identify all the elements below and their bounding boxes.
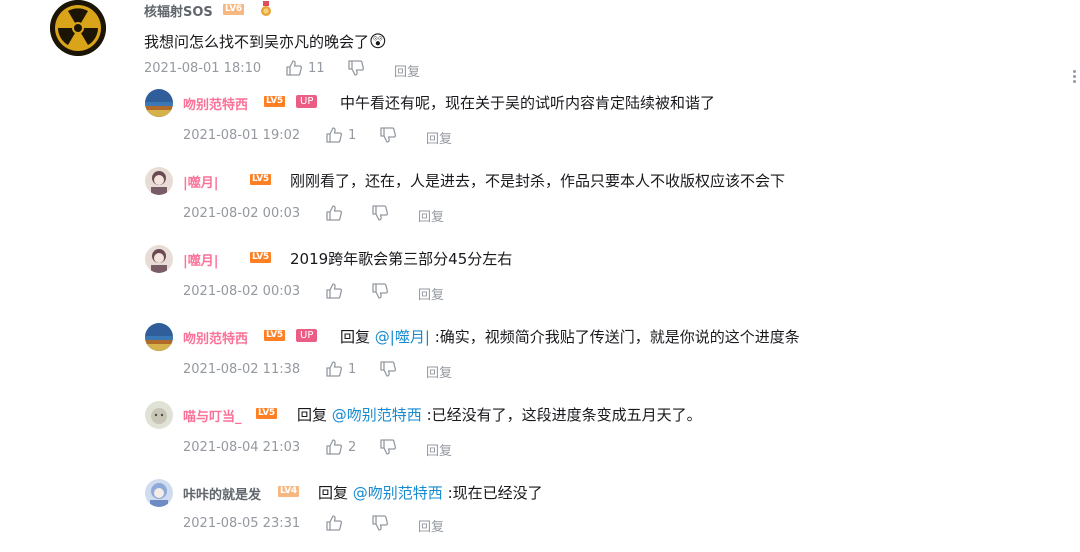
thumbs-up-icon[interactable] bbox=[325, 204, 343, 222]
avatar[interactable] bbox=[50, 0, 106, 56]
anime-avatar-icon bbox=[145, 167, 173, 195]
comment-text: 我想问怎么找不到吴亦凡的晚会了😲 bbox=[144, 31, 387, 52]
reply-button[interactable]: 回复 bbox=[426, 440, 452, 459]
thumbs-up-icon[interactable] bbox=[325, 360, 343, 378]
avatar[interactable] bbox=[145, 479, 173, 507]
reply-body: :确实，视频简介我贴了传送门，就是你说的这个进度条 bbox=[434, 328, 800, 346]
timestamp: 2021-08-02 11:38 bbox=[183, 362, 301, 377]
reply-item: |噬月| LV5 刚刚看了，还在，人是进去，不是封杀，作品只要本人不收版权应该不… bbox=[0, 167, 1080, 237]
reply-button[interactable]: 回复 bbox=[418, 516, 444, 535]
thumbs-down-icon[interactable] bbox=[379, 360, 397, 378]
avatar[interactable] bbox=[145, 245, 173, 273]
mention-link[interactable]: @吻别范特西 bbox=[332, 406, 422, 424]
reply-item: 吻别范特西 LV5 UP 中午看还有呢，现在关于吴的试听内容肯定陆续被和谐了 2… bbox=[0, 89, 1080, 159]
reply-text: 回复 @|噬月| :确实，视频简介我贴了传送门，就是你说的这个进度条 bbox=[340, 326, 800, 347]
level-badge: LV5 bbox=[256, 408, 277, 419]
reply-prefix: 回复 bbox=[318, 484, 349, 502]
reply-prefix: 回复 bbox=[297, 406, 328, 424]
more-vertical-icon[interactable] bbox=[1073, 70, 1077, 84]
reply-text: 刚刚看了，还在，人是进去，不是封杀，作品只要本人不收版权应该不会下 bbox=[290, 172, 786, 190]
reply-prefix: 回复 bbox=[340, 328, 371, 346]
reply-body: :现在已经没了 bbox=[447, 484, 543, 502]
reply-item: 咔咔的就是发 LV4 回复 @吻别范特西 :现在已经没了 2021-08-05 … bbox=[0, 479, 1080, 549]
reply-text: 中午看还有呢，现在关于吴的试听内容肯定陆续被和谐了 bbox=[340, 94, 716, 112]
landscape-avatar-icon bbox=[145, 89, 173, 117]
comment-body: 我想问怎么找不到吴亦凡的晚会了 bbox=[144, 33, 370, 51]
thumbs-down-icon[interactable] bbox=[379, 438, 397, 456]
reply-button[interactable]: 回复 bbox=[418, 284, 444, 303]
reply-button[interactable]: 回复 bbox=[418, 206, 444, 225]
thumbs-up-icon[interactable] bbox=[285, 59, 303, 77]
level-badge: LV5 bbox=[250, 252, 271, 263]
timestamp: 2021-08-02 00:03 bbox=[183, 206, 301, 221]
thumbs-down-icon[interactable] bbox=[379, 126, 397, 144]
reply-text: 回复 @吻别范特西 :已经没有了，这段进度条变成五月天了。 bbox=[297, 404, 702, 425]
radiation-avatar-icon bbox=[50, 0, 106, 56]
username[interactable]: 核辐射SOS bbox=[144, 1, 213, 20]
reply-text: 2019跨年歌会第三部分45分左右 bbox=[290, 250, 513, 268]
emoji: 😲 bbox=[369, 32, 387, 52]
username[interactable]: 喵与叮当_ bbox=[183, 406, 242, 425]
medal-icon bbox=[260, 1, 272, 21]
username[interactable]: 吻别范特西 bbox=[183, 94, 248, 113]
like-count: 11 bbox=[308, 61, 325, 76]
reply-item: 喵与叮当_ LV5 回复 @吻别范特西 :已经没有了，这段进度条变成五月天了。 … bbox=[0, 401, 1080, 471]
main-comment: 核辐射SOS LV6 我想问怎么找不到吴亦凡的晚会了😲 2021-08-01 1… bbox=[0, 0, 1080, 80]
level-badge: LV5 bbox=[264, 330, 285, 341]
level-badge: LV5 bbox=[264, 96, 285, 107]
up-badge: UP bbox=[296, 329, 318, 342]
avatar[interactable] bbox=[145, 323, 173, 351]
avatar[interactable] bbox=[145, 89, 173, 117]
like-count: 1 bbox=[348, 128, 357, 143]
reply-button[interactable]: 回复 bbox=[426, 128, 452, 147]
timestamp: 2021-08-02 00:03 bbox=[183, 284, 301, 299]
avatar[interactable] bbox=[145, 167, 173, 195]
anime-avatar-icon bbox=[145, 245, 173, 273]
thumbs-down-icon[interactable] bbox=[371, 282, 389, 300]
reply-text: 回复 @吻别范特西 :现在已经没了 bbox=[318, 482, 543, 503]
thumbs-down-icon[interactable] bbox=[347, 59, 365, 77]
thumbs-up-icon[interactable] bbox=[325, 514, 343, 532]
level-badge: LV6 bbox=[223, 4, 244, 15]
reply-button[interactable]: 回复 bbox=[426, 362, 452, 381]
up-badge: UP bbox=[296, 95, 318, 108]
reply-body: :已经没有了，这段进度条变成五月天了。 bbox=[426, 406, 702, 424]
reply-item: 吻别范特西 LV5 UP 回复 @|噬月| :确实，视频简介我贴了传送门，就是你… bbox=[0, 323, 1080, 393]
username[interactable]: |噬月| bbox=[183, 172, 219, 191]
mention-link[interactable]: @吻别范特西 bbox=[353, 484, 443, 502]
like-count: 1 bbox=[348, 362, 357, 377]
avatar[interactable] bbox=[145, 401, 173, 429]
thumbs-up-icon[interactable] bbox=[325, 126, 343, 144]
landscape-avatar-icon bbox=[145, 323, 173, 351]
level-badge: LV4 bbox=[278, 486, 299, 497]
timestamp: 2021-08-01 19:02 bbox=[183, 128, 301, 143]
anime-avatar-icon bbox=[145, 479, 173, 507]
thumbs-up-icon[interactable] bbox=[325, 438, 343, 456]
username[interactable]: |噬月| bbox=[183, 250, 219, 269]
thumbs-down-icon[interactable] bbox=[371, 204, 389, 222]
timestamp: 2021-08-01 18:10 bbox=[144, 61, 262, 76]
level-badge: LV5 bbox=[250, 174, 271, 185]
thumbs-up-icon[interactable] bbox=[325, 282, 343, 300]
cat-avatar-icon bbox=[145, 401, 173, 429]
like-count: 2 bbox=[348, 440, 357, 455]
reply-button[interactable]: 回复 bbox=[394, 61, 420, 80]
username[interactable]: 吻别范特西 bbox=[183, 328, 248, 347]
mention-link[interactable]: @|噬月| bbox=[375, 328, 430, 346]
reply-item: |噬月| LV5 2019跨年歌会第三部分45分左右 2021-08-02 00… bbox=[0, 245, 1080, 315]
username[interactable]: 咔咔的就是发 bbox=[183, 484, 261, 503]
timestamp: 2021-08-05 23:31 bbox=[183, 516, 301, 531]
thumbs-down-icon[interactable] bbox=[371, 514, 389, 532]
timestamp: 2021-08-04 21:03 bbox=[183, 440, 301, 455]
